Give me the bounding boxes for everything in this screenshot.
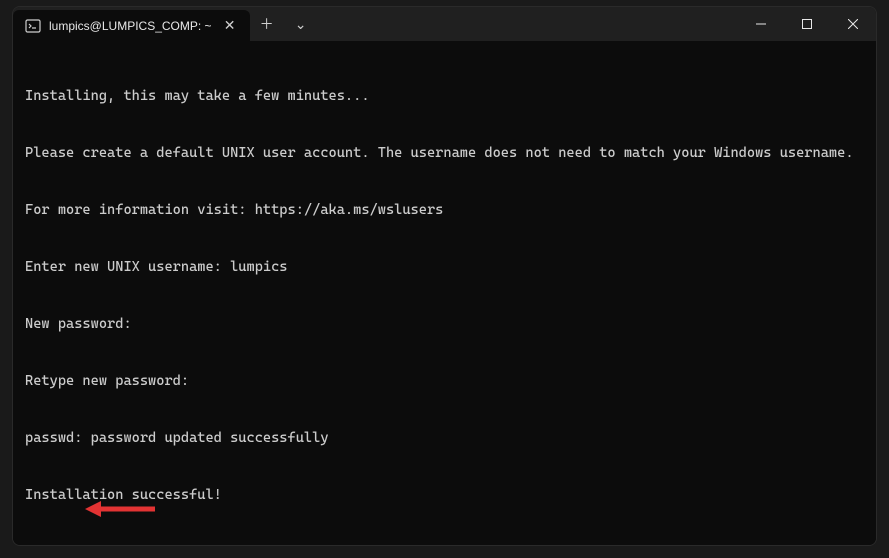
titlebar: lumpics@LUMPICS_COMP: ~ ✕ ＋ ⌄ xyxy=(13,7,876,41)
tab-close-button[interactable]: ✕ xyxy=(220,16,240,36)
output-line: New password: xyxy=(25,315,864,334)
output-line: Installation successful! xyxy=(25,486,864,505)
tab-dropdown-button[interactable]: ⌄ xyxy=(284,7,318,41)
output-line: Installing, this may take a few minutes.… xyxy=(25,87,864,106)
output-line: For more information visit: https://aka.… xyxy=(25,201,864,220)
window-controls xyxy=(738,7,876,41)
titlebar-drag-region[interactable] xyxy=(318,7,738,41)
output-line: Enter new UNIX username: lumpics xyxy=(25,258,864,277)
maximize-button[interactable] xyxy=(784,7,830,41)
terminal-window: lumpics@LUMPICS_COMP: ~ ✕ ＋ ⌄ Installing… xyxy=(12,6,877,546)
output-line: Подсистема Windows для Linux теперь дост… xyxy=(25,543,864,545)
output-line: Retype new password: xyxy=(25,372,864,391)
minimize-button[interactable] xyxy=(738,7,784,41)
tab-title: lumpics@LUMPICS_COMP: ~ xyxy=(49,19,212,33)
tab-active[interactable]: lumpics@LUMPICS_COMP: ~ ✕ xyxy=(13,10,250,41)
terminal-icon xyxy=(25,18,41,34)
output-line: Please create a default UNIX user accoun… xyxy=(25,144,864,163)
terminal-body[interactable]: Installing, this may take a few minutes.… xyxy=(13,41,876,545)
close-window-button[interactable] xyxy=(830,7,876,41)
new-tab-button[interactable]: ＋ xyxy=(250,7,284,41)
output-line: passwd: password updated successfully xyxy=(25,429,864,448)
